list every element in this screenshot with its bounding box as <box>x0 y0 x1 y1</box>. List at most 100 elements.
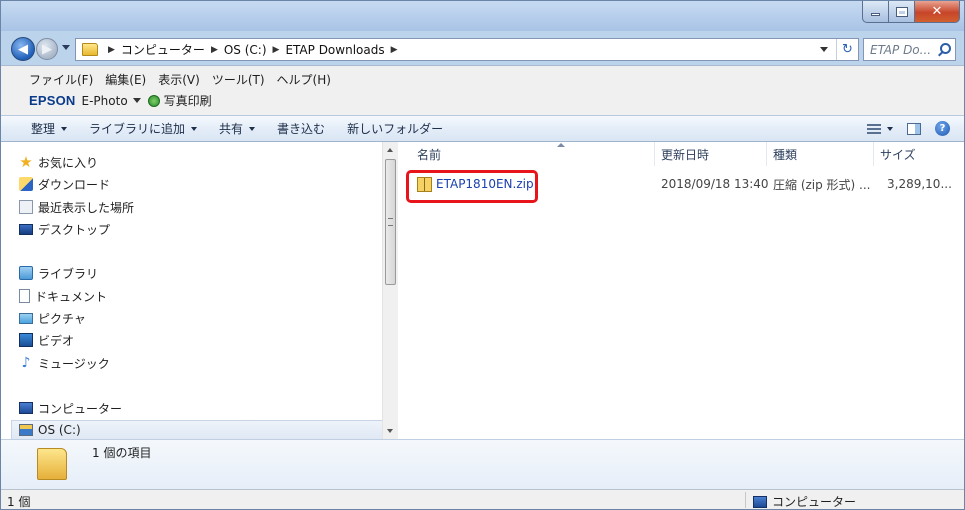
address-bar[interactable]: ▶ コンピューター ▶ OS (C:) ▶ ETAP Downloads ▶ ↻ <box>75 38 859 61</box>
drive-icon <box>19 424 33 436</box>
desktop-icon <box>19 223 33 235</box>
menu-tools[interactable]: ツール(T) <box>212 71 265 88</box>
epson-toolbar: EPSON E-Photo 写真印刷 <box>29 92 212 109</box>
nav-drive-c[interactable]: OS (C:) <box>11 420 383 440</box>
photo-print-icon[interactable] <box>147 94 160 107</box>
help-icon[interactable]: ? <box>935 121 950 136</box>
nav-pictures[interactable]: ピクチャ <box>19 308 86 328</box>
nav-label: OS (C:) <box>38 423 81 437</box>
chevron-right-icon[interactable]: ▶ <box>391 45 398 55</box>
content-area: ★ お気に入り ダウンロード 最近表示した場所 デスクトップ ライブラリ ドキュ… <box>1 142 964 440</box>
column-header-name[interactable]: 名前 <box>411 142 655 166</box>
add-to-library-label: ライブラリに追加 <box>89 122 186 136</box>
folder-icon <box>82 43 98 56</box>
grip-icon <box>388 218 393 226</box>
music-icon: ♪ <box>21 355 31 371</box>
file-list: 名前 更新日時 種類 サイズ ETAP1810EN.zip 2018/09/18… <box>398 142 964 439</box>
column-label: 更新日時 <box>661 147 710 162</box>
column-header-type[interactable]: 種類 <box>767 142 874 166</box>
details-pane: 1 個の項目 <box>1 439 964 489</box>
breadcrumb-computer[interactable]: コンピューター <box>121 41 205 58</box>
share-button[interactable]: 共有 <box>219 120 256 137</box>
nav-recent-places[interactable]: 最近表示した場所 <box>19 197 134 217</box>
maximize-button[interactable] <box>889 1 915 23</box>
breadcrumb-folder[interactable]: ETAP Downloads <box>285 43 384 57</box>
nav-favorites[interactable]: ★ お気に入り <box>19 152 98 172</box>
views-icon <box>867 123 881 134</box>
sort-ascending-icon <box>557 143 565 147</box>
close-button[interactable]: ✕ <box>915 1 960 23</box>
scrollbar-thumb[interactable] <box>385 159 396 285</box>
epson-logo: EPSON <box>29 93 76 108</box>
navigation-scrollbar[interactable] <box>382 142 398 439</box>
file-type: 圧縮 (zip 形式) ... <box>773 177 871 192</box>
star-icon: ★ <box>19 153 33 171</box>
ephoto-menu[interactable]: E-Photo <box>82 94 128 108</box>
burn-label: 書き込む <box>277 122 326 136</box>
nav-desktop[interactable]: デスクトップ <box>19 219 110 239</box>
menu-view[interactable]: 表示(V) <box>158 71 200 88</box>
toolbar-right: ? <box>867 121 950 136</box>
nav-label: お気に入り <box>38 155 99 170</box>
downloads-icon <box>19 177 33 191</box>
recent-places-icon <box>19 200 33 214</box>
nav-music[interactable]: ♪ ミュージック <box>19 353 110 373</box>
recent-pages-dropdown-icon[interactable] <box>62 45 70 50</box>
scroll-up-icon[interactable] <box>387 148 393 152</box>
highlight-box <box>406 170 538 203</box>
libraries-icon <box>19 266 33 280</box>
organize-button[interactable]: 整理 <box>31 120 68 137</box>
nav-videos[interactable]: ビデオ <box>19 330 74 350</box>
share-label: 共有 <box>219 122 244 136</box>
add-to-library-button[interactable]: ライブラリに追加 <box>89 120 198 137</box>
chevron-right-icon[interactable]: ▶ <box>273 45 280 55</box>
refresh-button[interactable]: ↻ <box>836 39 858 60</box>
breadcrumb-drive[interactable]: OS (C:) <box>224 43 267 57</box>
nav-documents[interactable]: ドキュメント <box>19 286 107 306</box>
column-header-date[interactable]: 更新日時 <box>655 142 767 166</box>
nav-label: ダウンロード <box>38 177 111 192</box>
address-bar-controls: ↻ <box>820 39 858 60</box>
minimize-button[interactable] <box>862 1 889 23</box>
scroll-down-icon[interactable] <box>387 429 393 433</box>
menu-help[interactable]: ヘルプ(H) <box>277 71 331 88</box>
menu-bar: ファイル(F) 編集(E) 表示(V) ツール(T) ヘルプ(H) <box>29 71 331 88</box>
search-input[interactable]: ETAP Do... <box>863 38 956 61</box>
chevron-down-icon <box>61 126 68 131</box>
search-placeholder: ETAP Do... <box>870 42 932 57</box>
search-icon[interactable] <box>940 43 951 54</box>
menu-file[interactable]: ファイル(F) <box>29 71 93 88</box>
new-folder-label: 新しいフォルダー <box>347 122 444 136</box>
nav-label: ミュージック <box>38 356 110 371</box>
chevron-down-icon <box>191 126 198 131</box>
nav-label: ドキュメント <box>35 289 108 304</box>
navigation-pane: ★ お気に入り ダウンロード 最近表示した場所 デスクトップ ライブラリ ドキュ… <box>1 142 398 440</box>
chevron-down-icon <box>887 126 893 131</box>
pictures-icon <box>19 312 33 324</box>
column-label: 種類 <box>773 147 798 162</box>
close-icon: ✕ <box>931 4 943 19</box>
documents-icon <box>19 289 30 303</box>
nav-label: ライブラリ <box>38 266 99 281</box>
preview-pane-icon[interactable] <box>907 122 921 135</box>
new-folder-button[interactable]: 新しいフォルダー <box>347 120 443 137</box>
address-history-dropdown-icon[interactable] <box>820 47 828 52</box>
change-view-button[interactable] <box>867 123 893 134</box>
title-bar: ✕ <box>1 1 964 31</box>
minimize-icon <box>871 13 880 16</box>
chevron-right-icon[interactable]: ▶ <box>108 45 115 55</box>
nav-downloads[interactable]: ダウンロード <box>19 174 110 194</box>
chevron-right-icon[interactable]: ▶ <box>211 45 218 55</box>
nav-computer[interactable]: コンピューター <box>19 398 122 418</box>
menu-edit[interactable]: 編集(E) <box>105 71 146 88</box>
burn-button[interactable]: 書き込む <box>277 120 325 137</box>
nav-libraries[interactable]: ライブラリ <box>19 263 98 283</box>
column-header-size[interactable]: サイズ <box>874 142 962 166</box>
ephoto-dropdown-icon[interactable] <box>132 98 141 103</box>
forward-button[interactable]: ▶ <box>36 38 58 60</box>
status-bar: 1 個 コンピューター <box>1 489 964 509</box>
folder-icon <box>37 448 67 480</box>
back-button[interactable]: ◀ <box>11 37 35 61</box>
back-arrow-icon: ◀ <box>18 41 28 57</box>
photo-print-button[interactable]: 写真印刷 <box>164 92 212 109</box>
